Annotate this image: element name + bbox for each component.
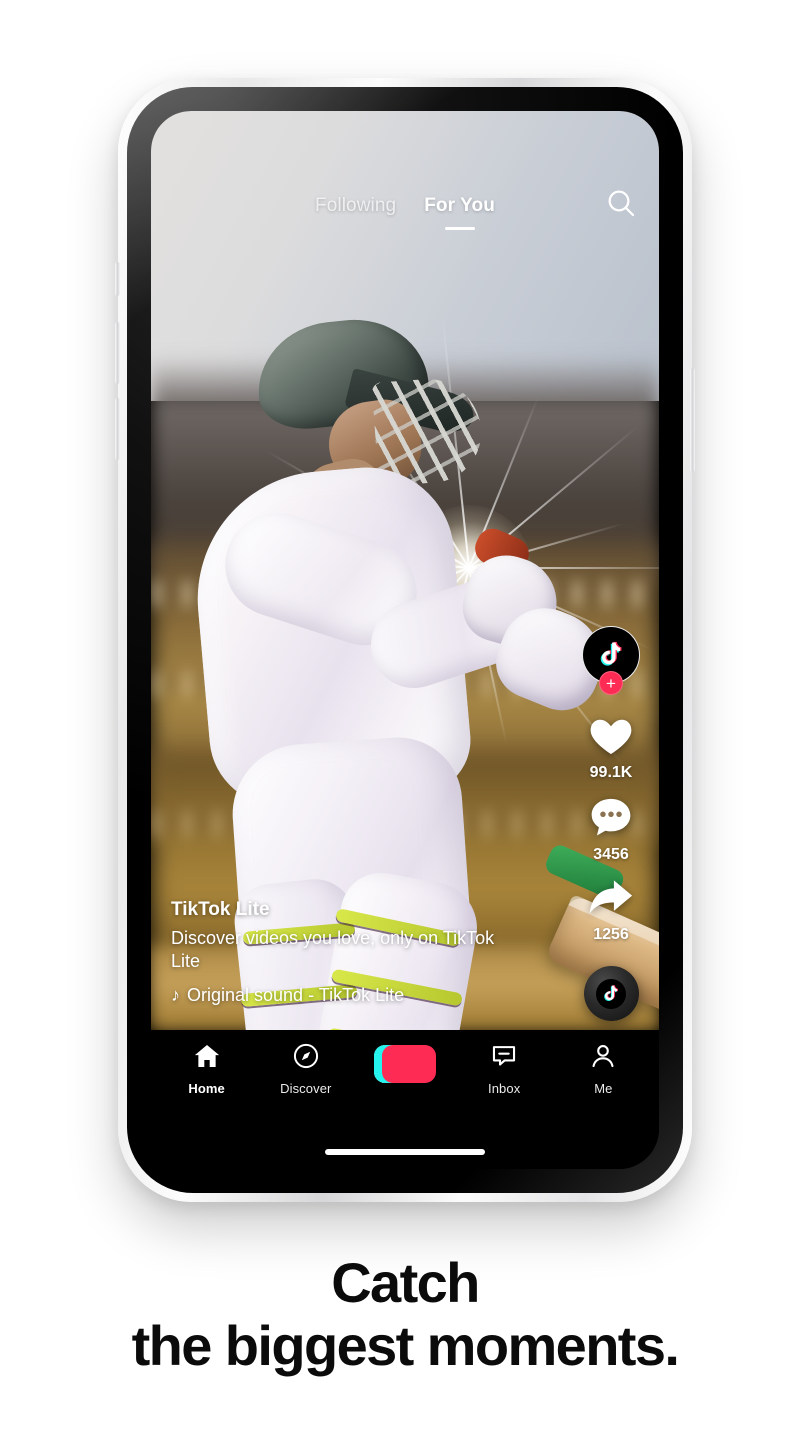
power-button[interactable]: [690, 368, 695, 472]
music-disc-button[interactable]: [583, 966, 639, 1021]
silent-switch-button[interactable]: [115, 262, 120, 296]
compass-icon: [292, 1042, 320, 1075]
disc-hub: [596, 978, 626, 1009]
video-feed[interactable]: Following For You + 99.1K 3456 1256 TikT…: [151, 111, 659, 1098]
promo-headline: Catch the biggest moments.: [0, 1252, 810, 1378]
create-pink-layer: [381, 1045, 436, 1083]
feed-tabs: Following For You: [151, 189, 659, 223]
tiktok-logo-icon: [600, 641, 622, 666]
action-rail: + 99.1K 3456 1256: [575, 626, 647, 1021]
nav-label-home: Home: [188, 1081, 225, 1096]
tab-for-you[interactable]: For You: [424, 195, 495, 217]
home-icon: [193, 1042, 221, 1075]
share-button[interactable]: 1256: [587, 878, 635, 944]
share-arrow-icon: [587, 878, 635, 923]
promo-line-1: Catch: [331, 1251, 480, 1314]
follow-plus-badge[interactable]: +: [599, 671, 623, 695]
volume-down-button[interactable]: [115, 398, 120, 460]
tiktok-note-icon: [604, 984, 618, 1001]
phone-mockup: Following For You + 99.1K 3456 1256 TikT…: [115, 78, 695, 1202]
inbox-message-icon: [490, 1042, 518, 1075]
nav-item-me[interactable]: Me: [559, 1042, 647, 1096]
sound-name: Original sound - TikTok Lite: [187, 985, 405, 1005]
music-note-icon: ♪: [171, 985, 180, 1005]
comment-button[interactable]: 3456: [589, 796, 633, 864]
comment-icon: [589, 796, 633, 843]
heart-icon: [588, 714, 634, 761]
like-button[interactable]: 99.1K: [588, 714, 634, 782]
nav-item-inbox[interactable]: Inbox: [460, 1042, 548, 1096]
caption-description: Discover videos you love, only on TikTok…: [171, 927, 495, 971]
nav-item-create[interactable]: +: [361, 1042, 449, 1083]
tab-following[interactable]: Following: [315, 195, 396, 217]
home-indicator[interactable]: [325, 1149, 485, 1155]
screenshot-root: Following For You + 99.1K 3456 1256 TikT…: [0, 0, 810, 1440]
comment-count: 3456: [593, 846, 629, 863]
avatar[interactable]: +: [582, 626, 640, 695]
phone-screen: Following For You + 99.1K 3456 1256 TikT…: [151, 111, 659, 1169]
like-count: 99.1K: [589, 764, 633, 781]
promo-line-2: the biggest moments.: [131, 1314, 680, 1377]
nav-label-inbox: Inbox: [488, 1081, 521, 1096]
caption-username[interactable]: TikTok Lite: [171, 899, 501, 921]
create-plus-icon[interactable]: +: [373, 1045, 436, 1083]
nav-item-home[interactable]: Home: [163, 1042, 251, 1096]
video-caption: TikTok Lite Discover videos you love, on…: [171, 899, 501, 1006]
person-icon: [589, 1042, 617, 1075]
search-icon[interactable]: [605, 187, 637, 224]
nav-label-me: Me: [594, 1081, 613, 1096]
bottom-navigation: Home Discover Inbox Me: [151, 1030, 659, 1169]
nav-item-discover[interactable]: Discover: [262, 1042, 350, 1096]
caption-sound[interactable]: ♪ Original sound - TikTok Lite: [171, 985, 501, 1006]
nav-label-discover: Discover: [280, 1081, 332, 1096]
share-count: 1256: [593, 926, 629, 943]
volume-up-button[interactable]: [115, 322, 120, 384]
